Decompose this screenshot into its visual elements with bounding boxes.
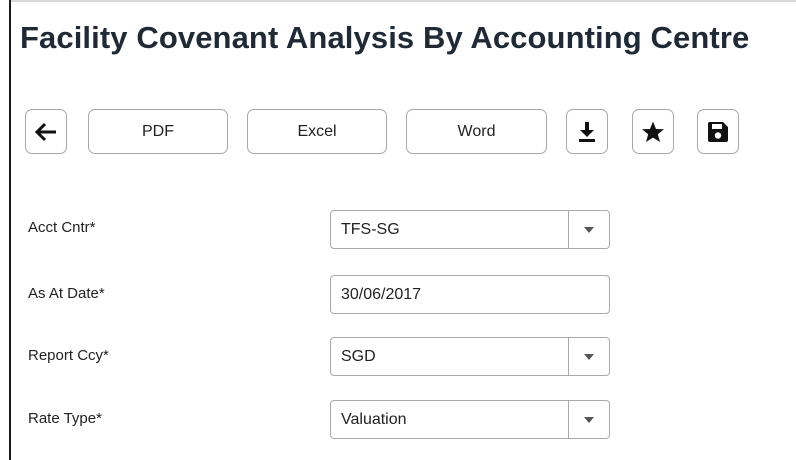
- report-ccy-value: SGD: [341, 348, 376, 365]
- acct-cntr-value: TFS-SG: [341, 221, 400, 238]
- as-at-date-input[interactable]: 30/06/2017: [330, 275, 610, 314]
- excel-button[interactable]: Excel: [247, 109, 387, 154]
- acct-cntr-select[interactable]: TFS-SG: [330, 210, 610, 249]
- report-ccy-dropdown-button[interactable]: [568, 338, 609, 375]
- star-icon: [642, 121, 664, 142]
- caret-down-icon: [584, 226, 594, 233]
- favorite-button[interactable]: [632, 109, 674, 154]
- save-button[interactable]: [697, 109, 739, 154]
- as-at-date-value: 30/06/2017: [341, 286, 422, 303]
- download-button[interactable]: [566, 109, 608, 154]
- word-button[interactable]: Word: [406, 109, 547, 154]
- back-button[interactable]: [25, 109, 67, 154]
- frame-left-border: [9, 0, 11, 460]
- caret-down-icon: [584, 416, 594, 423]
- report-ccy-select[interactable]: SGD: [330, 337, 610, 376]
- rate-type-dropdown-button[interactable]: [568, 401, 609, 438]
- as-at-date-label: As At Date*: [28, 285, 105, 302]
- acct-cntr-dropdown-button[interactable]: [568, 211, 609, 248]
- pdf-button[interactable]: PDF: [88, 109, 228, 154]
- caret-down-icon: [584, 353, 594, 360]
- frame-top-border: [9, 0, 796, 2]
- arrow-left-icon: [34, 122, 56, 141]
- floppy-disk-icon: [707, 121, 728, 142]
- acct-cntr-label: Acct Cntr*: [28, 219, 96, 236]
- download-icon: [579, 121, 595, 142]
- rate-type-label: Rate Type*: [28, 410, 102, 427]
- page-title: Facility Covenant Analysis By Accounting…: [20, 20, 750, 55]
- rate-type-select[interactable]: Valuation: [330, 400, 610, 439]
- report-ccy-label: Report Ccy*: [28, 347, 109, 364]
- rate-type-value: Valuation: [341, 411, 407, 428]
